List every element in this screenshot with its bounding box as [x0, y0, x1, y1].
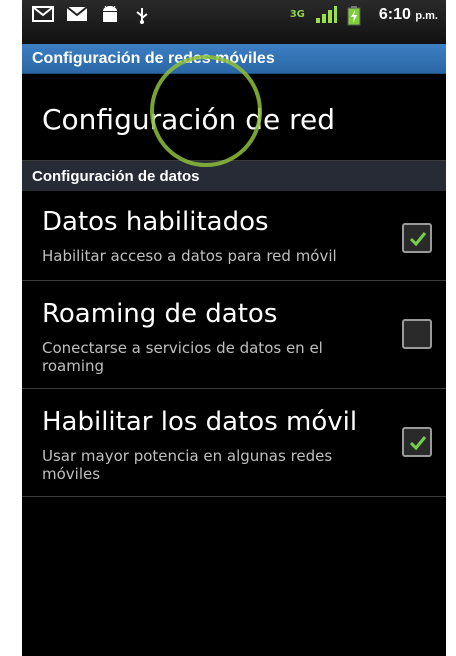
enable-mobile-data-summary: Usar mayor potencia en algunas redes móv…	[42, 447, 333, 483]
network-type-3g: 3G	[289, 9, 305, 20]
email-icon	[66, 6, 88, 24]
status-icons: 3G 6:10 p.m.	[289, 6, 438, 26]
touch-indicator-ring	[150, 55, 262, 167]
phone-screen: 3G 6:10 p.m. Configuración de redes móvi…	[22, 0, 446, 656]
notification-icons	[32, 5, 156, 24]
enable-mobile-data-checkbox[interactable]	[402, 427, 432, 457]
checkmark-icon	[409, 232, 427, 247]
gmail-icon	[32, 6, 54, 24]
checkmark-icon	[409, 436, 427, 451]
data-enabled-summary: Habilitar acceso a datos para red móvil	[42, 247, 337, 265]
usb-icon	[134, 6, 156, 24]
data-settings-section-header: Configuración de datos	[22, 161, 446, 191]
data-roaming-label: Roaming de datos	[42, 299, 278, 329]
android-icon	[100, 5, 122, 24]
data-enabled-item[interactable]: Datos habilitados Habilitar acceso a dat…	[22, 191, 446, 281]
enable-mobile-data-item[interactable]: Habilitar los datos móvil Usar mayor pot…	[22, 389, 446, 497]
data-enabled-checkbox[interactable]	[402, 223, 432, 253]
data-roaming-summary: Conectarse a servicios de datos en el ro…	[42, 339, 323, 375]
data-roaming-checkbox[interactable]	[402, 319, 432, 349]
clock: 6:10 p.m.	[378, 6, 438, 23]
enable-mobile-data-label: Habilitar los datos móvil	[42, 407, 358, 437]
data-roaming-item[interactable]: Roaming de datos Conectarse a servicios …	[22, 281, 446, 389]
battery-charging-icon	[347, 6, 369, 26]
data-enabled-label: Datos habilitados	[42, 207, 269, 237]
signal-icon	[315, 6, 337, 24]
status-bar: 3G 6:10 p.m.	[22, 0, 446, 44]
